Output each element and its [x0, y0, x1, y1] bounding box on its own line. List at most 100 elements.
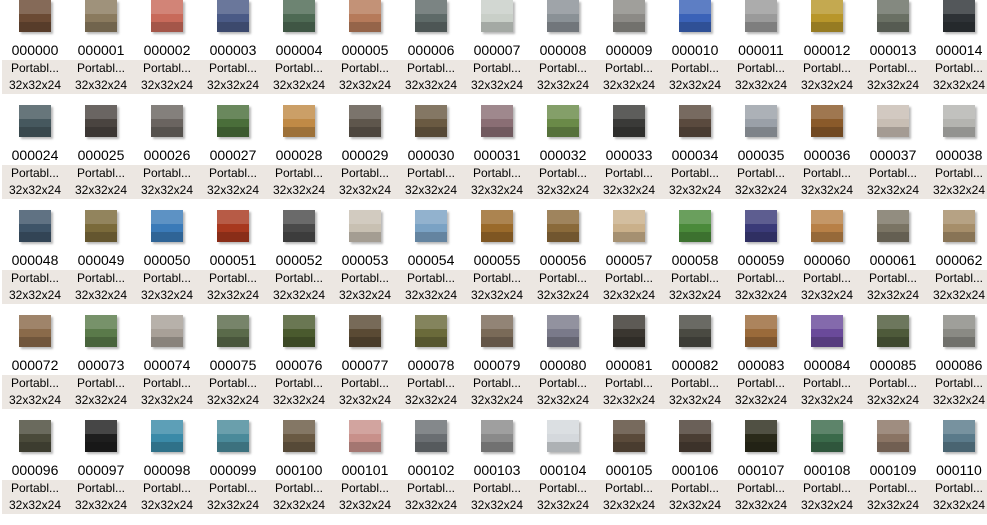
file-item[interactable]: 000108 Portabl... 32x32x24	[794, 420, 860, 525]
image-thumbnail[interactable]	[613, 105, 645, 137]
file-name[interactable]: 000086	[926, 355, 987, 375]
image-thumbnail[interactable]	[19, 315, 51, 347]
file-item[interactable]: 000001 Portabl... 32x32x24	[68, 0, 134, 105]
file-item[interactable]: 000082 Portabl... 32x32x24	[662, 315, 728, 420]
file-item[interactable]: 000055 Portabl... 32x32x24	[464, 210, 530, 315]
image-thumbnail[interactable]	[415, 420, 447, 452]
file-item[interactable]: 000097 Portabl... 32x32x24	[68, 420, 134, 525]
file-name[interactable]: 000004	[266, 40, 332, 60]
image-thumbnail[interactable]	[547, 0, 579, 32]
file-name[interactable]: 000105	[596, 460, 662, 480]
image-thumbnail[interactable]	[877, 315, 909, 347]
file-name[interactable]: 000056	[530, 250, 596, 270]
file-item[interactable]: 000076 Portabl... 32x32x24	[266, 315, 332, 420]
file-name[interactable]: 000104	[530, 460, 596, 480]
file-name[interactable]: 000084	[794, 355, 860, 375]
file-item[interactable]: 000012 Portabl... 32x32x24	[794, 0, 860, 105]
image-thumbnail[interactable]	[943, 0, 975, 32]
image-thumbnail[interactable]	[85, 420, 117, 452]
file-name[interactable]: 000083	[728, 355, 794, 375]
image-thumbnail[interactable]	[85, 0, 117, 32]
image-thumbnail[interactable]	[679, 420, 711, 452]
image-thumbnail[interactable]	[679, 315, 711, 347]
file-item[interactable]: 000009 Portabl... 32x32x24	[596, 0, 662, 105]
file-item[interactable]: 000053 Portabl... 32x32x24	[332, 210, 398, 315]
image-thumbnail[interactable]	[283, 420, 315, 452]
file-name[interactable]: 000036	[794, 145, 860, 165]
file-item[interactable]: 000056 Portabl... 32x32x24	[530, 210, 596, 315]
file-name[interactable]: 000080	[530, 355, 596, 375]
file-item[interactable]: 000086 Portabl... 32x32x24	[926, 315, 987, 420]
file-name[interactable]: 000073	[68, 355, 134, 375]
image-thumbnail[interactable]	[613, 420, 645, 452]
image-thumbnail[interactable]	[679, 105, 711, 137]
image-thumbnail[interactable]	[151, 105, 183, 137]
file-name[interactable]: 000008	[530, 40, 596, 60]
file-name[interactable]: 000030	[398, 145, 464, 165]
file-name[interactable]: 000049	[68, 250, 134, 270]
file-name[interactable]: 000059	[728, 250, 794, 270]
image-thumbnail[interactable]	[481, 210, 513, 242]
file-name[interactable]: 000002	[134, 40, 200, 60]
file-item[interactable]: 000100 Portabl... 32x32x24	[266, 420, 332, 525]
image-thumbnail[interactable]	[613, 0, 645, 32]
file-name[interactable]: 000034	[662, 145, 728, 165]
image-thumbnail[interactable]	[811, 0, 843, 32]
file-item[interactable]: 000058 Portabl... 32x32x24	[662, 210, 728, 315]
file-item[interactable]: 000084 Portabl... 32x32x24	[794, 315, 860, 420]
file-item[interactable]: 000006 Portabl... 32x32x24	[398, 0, 464, 105]
file-item[interactable]: 000057 Portabl... 32x32x24	[596, 210, 662, 315]
file-item[interactable]: 000107 Portabl... 32x32x24	[728, 420, 794, 525]
image-thumbnail[interactable]	[943, 105, 975, 137]
file-name[interactable]: 000012	[794, 40, 860, 60]
file-item[interactable]: 000050 Portabl... 32x32x24	[134, 210, 200, 315]
image-thumbnail[interactable]	[745, 315, 777, 347]
image-thumbnail[interactable]	[943, 420, 975, 452]
image-thumbnail[interactable]	[679, 0, 711, 32]
file-item[interactable]: 000031 Portabl... 32x32x24	[464, 105, 530, 210]
file-name[interactable]: 000098	[134, 460, 200, 480]
file-name[interactable]: 000050	[134, 250, 200, 270]
file-item[interactable]: 000052 Portabl... 32x32x24	[266, 210, 332, 315]
file-name[interactable]: 000051	[200, 250, 266, 270]
image-thumbnail[interactable]	[943, 210, 975, 242]
file-name[interactable]: 000054	[398, 250, 464, 270]
file-name[interactable]: 000025	[68, 145, 134, 165]
file-name[interactable]: 000014	[926, 40, 987, 60]
image-thumbnail[interactable]	[613, 210, 645, 242]
file-item[interactable]: 000096 Portabl... 32x32x24	[2, 420, 68, 525]
file-item[interactable]: 000034 Portabl... 32x32x24	[662, 105, 728, 210]
image-thumbnail[interactable]	[811, 420, 843, 452]
file-item[interactable]: 000106 Portabl... 32x32x24	[662, 420, 728, 525]
file-item[interactable]: 000030 Portabl... 32x32x24	[398, 105, 464, 210]
image-thumbnail[interactable]	[19, 105, 51, 137]
file-name[interactable]: 000109	[860, 460, 926, 480]
file-item[interactable]: 000105 Portabl... 32x32x24	[596, 420, 662, 525]
file-name[interactable]: 000032	[530, 145, 596, 165]
image-thumbnail[interactable]	[217, 315, 249, 347]
file-name[interactable]: 000081	[596, 355, 662, 375]
file-item[interactable]: 000007 Portabl... 32x32x24	[464, 0, 530, 105]
file-name[interactable]: 000062	[926, 250, 987, 270]
image-thumbnail[interactable]	[217, 210, 249, 242]
file-item[interactable]: 000080 Portabl... 32x32x24	[530, 315, 596, 420]
file-item[interactable]: 000054 Portabl... 32x32x24	[398, 210, 464, 315]
image-thumbnail[interactable]	[349, 420, 381, 452]
file-item[interactable]: 000109 Portabl... 32x32x24	[860, 420, 926, 525]
file-item[interactable]: 000073 Portabl... 32x32x24	[68, 315, 134, 420]
file-item[interactable]: 000000 Portabl... 32x32x24	[2, 0, 68, 105]
file-item[interactable]: 000102 Portabl... 32x32x24	[398, 420, 464, 525]
file-item[interactable]: 000024 Portabl... 32x32x24	[2, 105, 68, 210]
file-item[interactable]: 000103 Portabl... 32x32x24	[464, 420, 530, 525]
image-thumbnail[interactable]	[415, 105, 447, 137]
image-thumbnail[interactable]	[745, 0, 777, 32]
file-name[interactable]: 000076	[266, 355, 332, 375]
image-thumbnail[interactable]	[19, 420, 51, 452]
file-item[interactable]: 000101 Portabl... 32x32x24	[332, 420, 398, 525]
file-name[interactable]: 000097	[68, 460, 134, 480]
file-item[interactable]: 000098 Portabl... 32x32x24	[134, 420, 200, 525]
file-name[interactable]: 000028	[266, 145, 332, 165]
file-item[interactable]: 000025 Portabl... 32x32x24	[68, 105, 134, 210]
file-name[interactable]: 000072	[2, 355, 68, 375]
file-item[interactable]: 000078 Portabl... 32x32x24	[398, 315, 464, 420]
